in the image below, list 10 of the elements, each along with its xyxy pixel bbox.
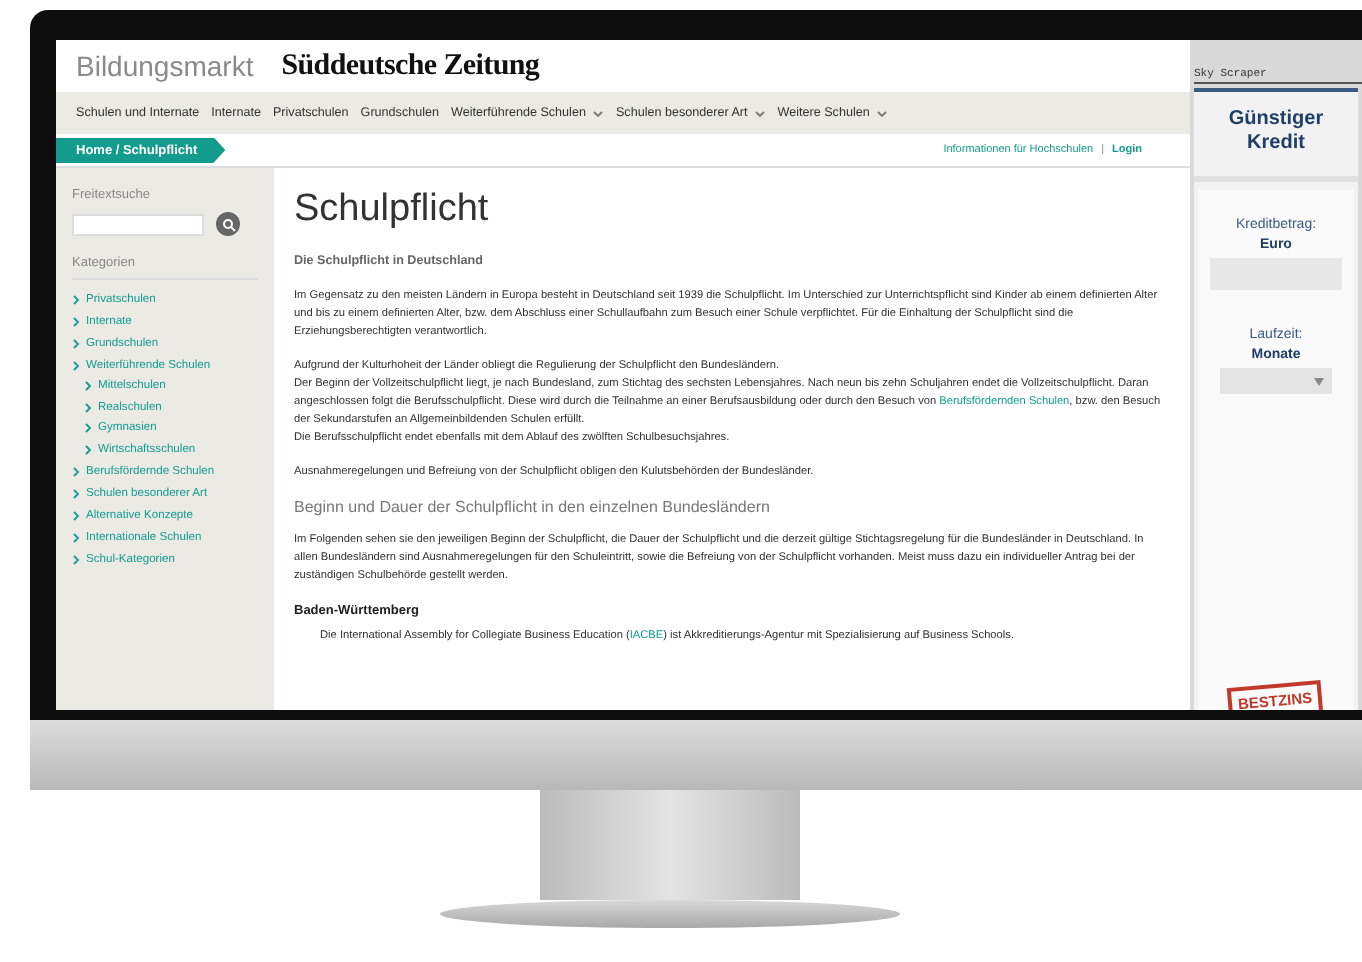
newspaper-logo[interactable]: Süddeutsche Zeitung <box>281 49 540 83</box>
section-heading: Beginn und Dauer der Schulpflicht in den einzelnen Bundesländern <box>294 498 772 516</box>
dropdown-arrow-icon <box>1314 377 1324 385</box>
search-field[interactable] <box>72 213 204 235</box>
site-brand[interactable]: Bildungsmarkt <box>76 50 254 82</box>
search-icon <box>221 217 235 231</box>
duration-dropdown[interactable] <box>1220 368 1332 394</box>
search-button[interactable] <box>216 212 240 236</box>
page-title: Schulpflicht <box>294 188 491 232</box>
ad-title: Günstiger Kredit <box>1194 92 1358 182</box>
